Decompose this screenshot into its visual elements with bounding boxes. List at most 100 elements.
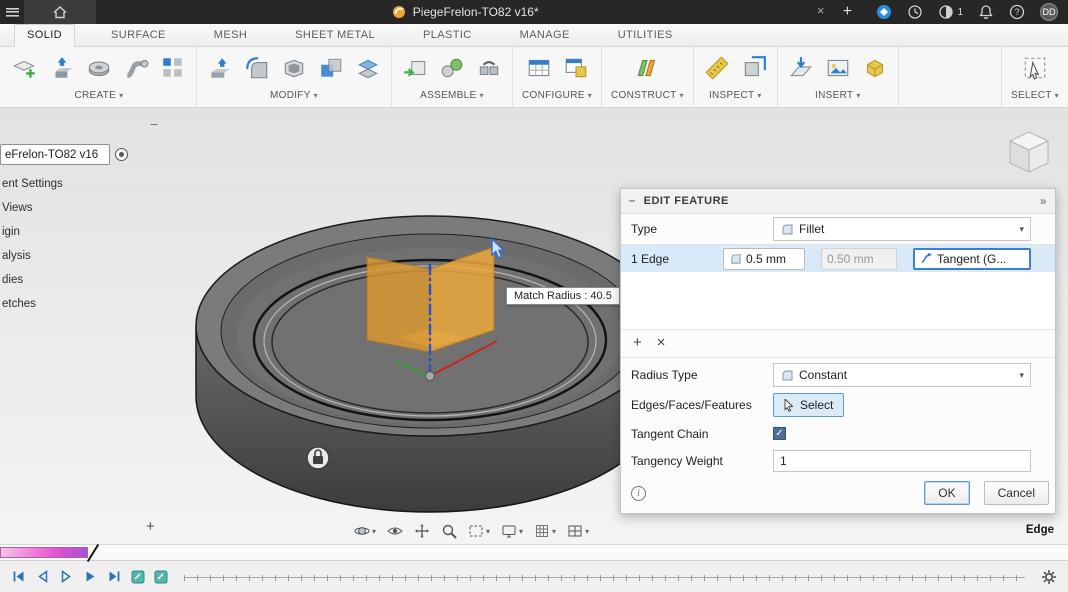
timeline-skip-end-button[interactable]: [106, 568, 123, 585]
home-button[interactable]: [24, 0, 96, 24]
insert-menu-button[interactable]: INSERT ▾: [787, 86, 889, 105]
select-edges-button[interactable]: Select: [773, 393, 844, 417]
viewport-3d[interactable]: – eFrelon-TO82 v16 ent Settings Views ig…: [0, 108, 1068, 544]
browser-item-origin[interactable]: igin: [0, 220, 63, 244]
browser-item-document-settings[interactable]: ent Settings: [0, 172, 63, 196]
tab-utilities[interactable]: UTILITIES: [606, 25, 685, 46]
rigid-group-button[interactable]: [475, 53, 503, 83]
fit-button[interactable]: ▾: [464, 519, 494, 543]
extrude-button[interactable]: [48, 53, 76, 83]
sketch-plane-left[interactable]: [367, 257, 430, 352]
help-button[interactable]: ?: [1009, 4, 1025, 20]
new-tab-button[interactable]: +: [834, 3, 860, 21]
tab-mesh[interactable]: MESH: [202, 25, 259, 46]
select-menu-button[interactable]: SELECT ▾: [1011, 86, 1059, 105]
insert-mcmaster-button[interactable]: [861, 53, 889, 83]
canvas-button[interactable]: [824, 53, 852, 83]
timeline-settings-button[interactable]: [1040, 568, 1058, 586]
avatar[interactable]: DD: [1040, 3, 1058, 21]
look-at-button[interactable]: [383, 519, 407, 543]
grid-settings-button[interactable]: ▾: [530, 519, 560, 543]
browser-root-node[interactable]: eFrelon-TO82 v16: [0, 144, 110, 165]
configuration-button[interactable]: [525, 53, 553, 83]
shell-button[interactable]: [280, 53, 308, 83]
tab-plastic[interactable]: PLASTIC: [411, 25, 484, 46]
display-settings-button[interactable]: ▾: [497, 519, 527, 543]
create-menu-button[interactable]: CREATE ▾: [11, 86, 187, 105]
lock-badge-icon[interactable]: [307, 447, 329, 469]
tangency-weight-input[interactable]: [773, 450, 1031, 472]
browser-item-sketches[interactable]: etches: [0, 292, 63, 316]
measure-button[interactable]: [703, 53, 731, 83]
timeline-position-handle[interactable]: [87, 544, 99, 562]
timeline-play-button[interactable]: [82, 568, 99, 585]
active-component-radio-icon[interactable]: [115, 148, 128, 161]
revolve-button[interactable]: [85, 53, 113, 83]
timeline-step-back-button[interactable]: [34, 568, 51, 585]
tab-surface[interactable]: SURFACE: [99, 25, 178, 46]
sweep-button[interactable]: [122, 53, 150, 83]
view-cube[interactable]: [1000, 122, 1058, 185]
timeline-skip-start-button[interactable]: [10, 568, 27, 585]
browser-add-button[interactable]: +: [146, 518, 155, 535]
edge-set-row[interactable]: 1 Edge 0.5 mm 0.50 mm: [621, 245, 1055, 272]
radius-secondary-field[interactable]: 0.50 mm: [821, 248, 897, 270]
browser-item-named-views[interactable]: Views: [0, 196, 63, 220]
browser-root-row[interactable]: eFrelon-TO82 v16: [0, 144, 128, 165]
new-component-button[interactable]: [401, 53, 429, 83]
extensions-button[interactable]: [876, 4, 892, 20]
radius-value-field[interactable]: 0.5 mm: [723, 248, 805, 270]
notifications-button[interactable]: [978, 4, 994, 20]
type-dropdown[interactable]: Fillet ▾: [773, 217, 1031, 241]
continuity-dropdown[interactable]: Tangent (G...: [913, 248, 1031, 270]
pattern-button[interactable]: [159, 53, 187, 83]
inspect-menu-button[interactable]: INSPECT ▾: [703, 86, 768, 105]
browser-collapse-button[interactable]: –: [146, 118, 162, 132]
timeline-range-slider[interactable]: [0, 547, 88, 558]
insert-derive-button[interactable]: [787, 53, 815, 83]
document-tab[interactable]: PiegeFrelon-TO82 v16* ×: [96, 0, 834, 24]
app-menu-button[interactable]: [0, 0, 24, 24]
modify-menu-button[interactable]: MODIFY ▾: [206, 86, 382, 105]
timeline-feature-sketch-1[interactable]: [130, 569, 146, 585]
expand-panel-icon[interactable]: »: [1040, 194, 1047, 208]
tab-sheet-metal[interactable]: SHEET METAL: [283, 25, 387, 46]
timeline-track[interactable]: [184, 571, 1025, 583]
info-icon[interactable]: i: [631, 486, 646, 501]
browser-item-bodies[interactable]: dies: [0, 268, 63, 292]
timeline-feature-sketch-2[interactable]: [153, 569, 169, 585]
close-tab-icon[interactable]: ×: [817, 3, 825, 18]
orbit-button[interactable]: ▾: [350, 519, 380, 543]
zoom-button[interactable]: [437, 519, 461, 543]
press-pull-button[interactable]: [206, 53, 234, 83]
origin-point[interactable]: [426, 372, 435, 381]
tab-solid[interactable]: SOLID: [14, 24, 75, 47]
joint-button[interactable]: [438, 53, 466, 83]
create-sketch-button[interactable]: [11, 53, 39, 83]
radius-type-dropdown[interactable]: Constant ▾: [773, 363, 1031, 387]
select-tool-button[interactable]: [1021, 53, 1049, 83]
viewports-button[interactable]: ▾: [563, 519, 593, 543]
browser-item-analysis[interactable]: alysis: [0, 244, 63, 268]
fillet-button[interactable]: [243, 53, 271, 83]
construct-menu-button[interactable]: CONSTRUCT ▾: [611, 86, 684, 105]
configure-menu-button[interactable]: CONFIGURE ▾: [522, 86, 592, 105]
job-status-button[interactable]: 1: [938, 4, 963, 20]
dialog-header[interactable]: – EDIT FEATURE »: [621, 189, 1055, 214]
timeline-step-forward-button[interactable]: [58, 568, 75, 585]
tangent-chain-checkbox[interactable]: ✓: [773, 427, 786, 440]
interference-button[interactable]: [740, 53, 768, 83]
offset-face-button[interactable]: [354, 53, 382, 83]
tab-manage[interactable]: MANAGE: [508, 25, 582, 46]
history-button[interactable]: [907, 4, 923, 20]
combine-button[interactable]: [317, 53, 345, 83]
cancel-button[interactable]: Cancel: [984, 481, 1049, 505]
remove-edge-set-icon[interactable]: ×: [657, 336, 666, 350]
add-edge-set-icon[interactable]: +: [633, 336, 642, 350]
construction-plane-button[interactable]: [633, 53, 661, 83]
configuration-table-button[interactable]: [562, 53, 590, 83]
collapse-dialog-icon[interactable]: –: [629, 195, 636, 207]
pan-button[interactable]: [410, 519, 434, 543]
ok-button[interactable]: OK: [924, 481, 969, 505]
assemble-menu-button[interactable]: ASSEMBLE ▾: [401, 86, 503, 105]
